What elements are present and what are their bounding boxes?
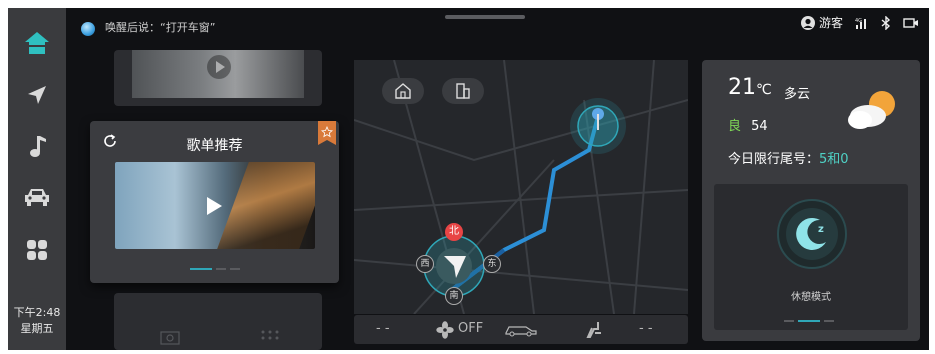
carousel-dot: [230, 268, 240, 270]
playlist-recommendation-card[interactable]: 歌单推荐: [90, 121, 339, 283]
svg-text:z: z: [818, 224, 824, 235]
moon-sleep-icon[interactable]: z: [776, 198, 848, 270]
guitar-image: [217, 162, 315, 249]
media-card-top[interactable]: [114, 50, 322, 106]
temperature-value: 21: [728, 75, 756, 100]
aqi-level: 良: [728, 119, 742, 134]
carousel-indicator: [190, 268, 240, 270]
seat-heating-icon[interactable]: [586, 321, 604, 339]
apps-grid-icon[interactable]: [20, 235, 54, 265]
plate-value: 5和0: [819, 152, 849, 167]
map-home-icon: [395, 83, 411, 99]
temperature: 21℃: [728, 75, 772, 100]
compass-north: 北: [445, 223, 463, 241]
temperature-unit: ℃: [756, 82, 772, 98]
right-temp[interactable]: - -: [639, 321, 653, 336]
side-rail: 下午2:48 星期五: [8, 8, 66, 350]
navigation-map[interactable]: 北 南 西 东: [354, 60, 688, 314]
music-note-icon[interactable]: [20, 131, 54, 161]
fan-status[interactable]: OFF: [458, 321, 483, 336]
partly-cloudy-icon: [848, 91, 895, 129]
carousel-dot: [784, 320, 794, 322]
carousel-dot-active: [798, 320, 820, 322]
voice-assistant-icon[interactable]: [81, 22, 95, 36]
home-icon[interactable]: [20, 28, 54, 58]
fan-icon[interactable]: [436, 321, 454, 339]
favorite-star-icon[interactable]: [318, 121, 336, 145]
clock: 下午2:48 星期五: [8, 305, 66, 337]
svg-text:4G: 4G: [855, 18, 862, 24]
pull-down-handle[interactable]: [445, 15, 525, 19]
user-account[interactable]: 游客: [800, 14, 843, 31]
building-icon: [456, 83, 470, 99]
weather-condition: 多云: [784, 87, 811, 102]
car-screen: 下午2:48 星期五 唤醒后说：“打开车窗” 游客 4G 歌单推荐 北 南 西 …: [8, 8, 929, 350]
play-circle-icon: [207, 55, 231, 79]
aqi-value: 54: [751, 119, 768, 134]
compass-west: 西: [416, 255, 434, 273]
weather-panel[interactable]: 21℃ 多云 良 54 今日限行尾号：5和0 z 休憩模式: [702, 60, 920, 341]
clock-time: 下午2:48: [13, 306, 61, 319]
compass-east: 东: [483, 255, 501, 273]
carousel-dot-active: [190, 268, 212, 270]
compass-south: 南: [445, 287, 463, 305]
media-card-bottom[interactable]: [114, 293, 322, 350]
climate-bar: - - OFF - -: [354, 315, 688, 344]
playlist-cover[interactable]: [115, 162, 315, 249]
grid-dots-icon: [261, 330, 279, 340]
rest-carousel-indicator: [784, 320, 834, 322]
car-air-circulation-icon[interactable]: [504, 323, 538, 337]
rest-mode-label: 休憩模式: [791, 292, 831, 303]
office-shortcut-button[interactable]: [442, 78, 484, 104]
car-icon[interactable]: [20, 182, 54, 212]
voice-hint: 唤醒后说：“打开车窗”: [105, 21, 216, 34]
navigation-icon[interactable]: [20, 80, 54, 110]
play-icon[interactable]: [205, 196, 223, 216]
plate-label: 今日限行尾号：: [728, 152, 820, 167]
camera-icon: [160, 331, 180, 345]
signal-icon: 4G: [855, 18, 866, 29]
user-name: 游客: [818, 16, 843, 30]
traffic-restriction: 今日限行尾号：5和0: [728, 148, 849, 167]
status-bar: 游客 4G: [800, 14, 919, 31]
user-avatar-icon: [800, 15, 815, 30]
rest-mode-card[interactable]: z 休憩模式: [714, 184, 908, 330]
carousel-dot: [216, 268, 226, 270]
destination-pin-icon[interactable]: [568, 96, 628, 156]
carousel-dot: [824, 320, 834, 322]
home-shortcut-button[interactable]: [382, 78, 424, 104]
bluetooth-icon: [881, 15, 891, 30]
clock-weekday: 星期五: [20, 322, 54, 335]
camera-recorder-icon: [903, 17, 918, 28]
left-temp[interactable]: - -: [376, 321, 390, 336]
playlist-title: 歌单推荐: [186, 138, 243, 154]
air-quality: 良 54: [728, 115, 768, 134]
